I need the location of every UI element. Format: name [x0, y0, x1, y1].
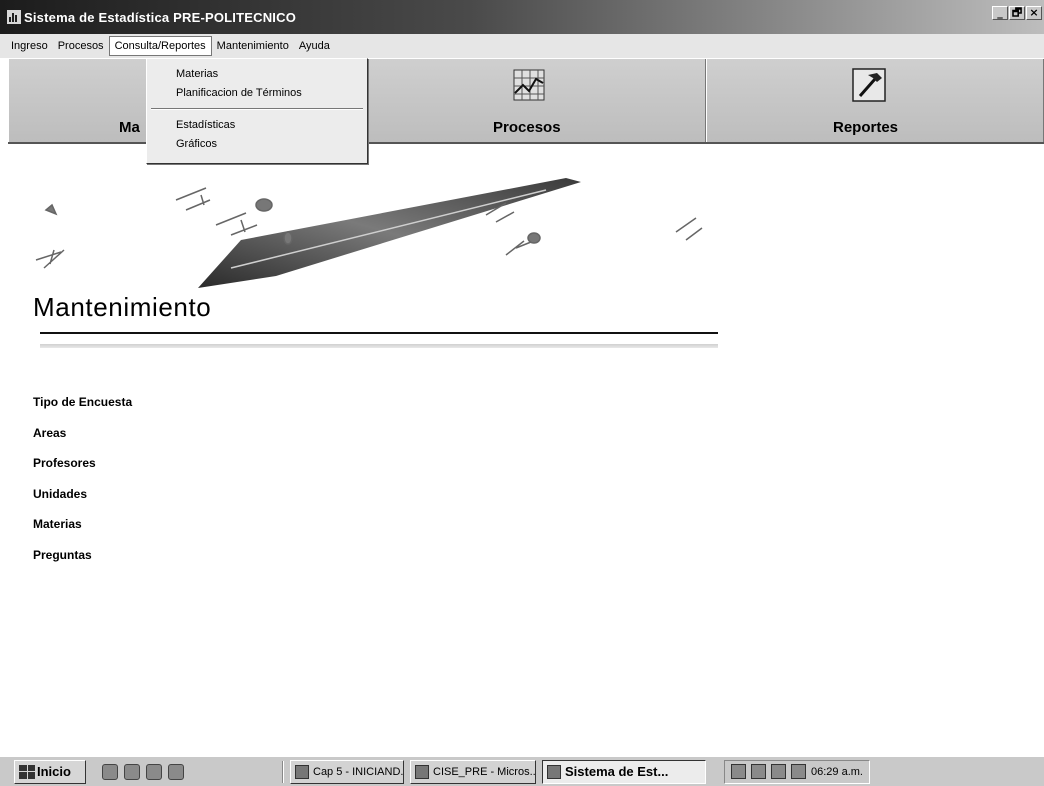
consulta-reportes-dropdown: Materias Planificacion de Términos Estad…	[146, 58, 368, 164]
app-icon	[547, 764, 561, 779]
link-materias[interactable]: Materias	[33, 517, 132, 548]
hammer-icon	[852, 68, 886, 102]
task-sistema-estadistica[interactable]: Sistema de Est...	[542, 759, 706, 784]
title-divider	[40, 332, 718, 334]
link-profesores[interactable]: Profesores	[33, 456, 132, 487]
title-divider-shadow	[40, 344, 718, 348]
menu-ayuda[interactable]: Ayuda	[294, 37, 335, 55]
menu-ingreso[interactable]: Ingreso	[6, 37, 53, 55]
task-label: Sistema de Est...	[565, 764, 669, 779]
maximize-button[interactable]: 🗗	[1009, 6, 1025, 20]
banner-image	[35, 178, 703, 288]
tray-user-icon[interactable]	[791, 764, 806, 779]
link-preguntas[interactable]: Preguntas	[33, 548, 132, 579]
close-button[interactable]: ×	[1026, 6, 1042, 20]
maintenance-links: Tipo de Encuesta Areas Profesores Unidad…	[33, 395, 132, 578]
word-icon	[295, 764, 309, 779]
taskbar: Inicio Cap 5 - INICIAND... CISE_PRE - Mi…	[0, 756, 1044, 786]
quick-launch	[102, 763, 184, 780]
minimize-button[interactable]: _	[992, 6, 1008, 20]
link-areas[interactable]: Areas	[33, 426, 132, 457]
dropdown-item-materias[interactable]: Materias	[147, 65, 367, 84]
window-title: Sistema de Estadística PRE-POLITECNICO	[24, 9, 297, 25]
toolbar-button-reportes[interactable]: Reportes	[706, 59, 1044, 142]
menu-consulta-reportes[interactable]: Consulta/Reportes	[108, 36, 212, 56]
toolbar-label-procesos: Procesos	[493, 119, 561, 136]
task-cap5-document[interactable]: Cap 5 - INICIAND...	[290, 759, 404, 784]
dropdown-item-planificacion[interactable]: Planificacion de Términos	[147, 84, 367, 103]
desktop-icon[interactable]	[124, 763, 140, 780]
dropdown-item-estadisticas[interactable]: Estadísticas	[147, 116, 367, 135]
menu-procesos[interactable]: Procesos	[53, 37, 109, 55]
toolbar-button-procesos[interactable]: Procesos	[360, 59, 706, 142]
outlook-icon[interactable]	[168, 763, 184, 780]
menu-separator	[151, 108, 363, 110]
chart-icon	[513, 69, 545, 101]
windows-logo-icon	[19, 764, 35, 779]
link-tipo-de-encuesta[interactable]: Tipo de Encuesta	[33, 395, 132, 426]
clock[interactable]: 06:29 a.m.	[811, 766, 863, 778]
start-button[interactable]: Inicio	[14, 759, 86, 784]
browser-icon[interactable]	[102, 763, 118, 780]
app-icon[interactable]	[7, 10, 21, 24]
taskbar-separator	[282, 760, 284, 783]
task-label: Cap 5 - INICIAND...	[313, 765, 404, 778]
task-label: CISE_PRE - Micros...	[433, 765, 536, 778]
link-unidades[interactable]: Unidades	[33, 487, 132, 518]
channels-icon[interactable]	[146, 763, 162, 780]
system-tray: 06:29 a.m.	[724, 759, 870, 784]
menu-mantenimiento[interactable]: Mantenimiento	[212, 37, 294, 55]
tray-volume-icon[interactable]	[771, 764, 786, 779]
start-label: Inicio	[37, 764, 71, 779]
toolbar-label-mantenimiento: Ma	[119, 119, 140, 136]
access-icon	[415, 764, 429, 779]
tray-display-icon[interactable]	[751, 764, 766, 779]
toolbar-label-reportes: Reportes	[833, 119, 899, 136]
menu-bar: Ingreso Procesos Consulta/Reportes Mante…	[0, 34, 1044, 58]
page-title: Mantenimiento	[33, 292, 212, 322]
dropdown-item-graficos[interactable]: Gráficos	[147, 135, 367, 154]
tray-scheduler-icon[interactable]	[731, 764, 746, 779]
title-bar: Sistema de Estadística PRE-POLITECNICO _…	[0, 0, 1044, 34]
task-cise-pre[interactable]: CISE_PRE - Micros...	[410, 759, 536, 784]
